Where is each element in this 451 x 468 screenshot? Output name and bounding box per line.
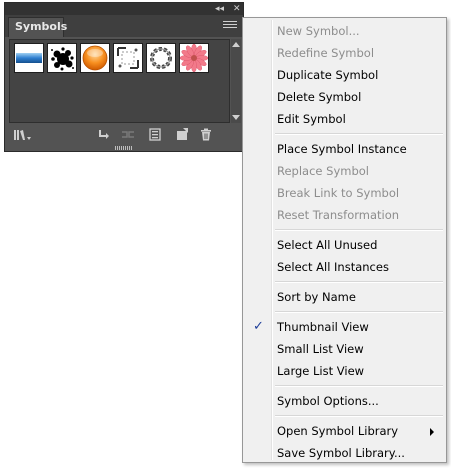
menu-item-reset-transformation[interactable]: Reset Transformation: [245, 204, 444, 226]
symbol-black-splatter[interactable]: [47, 43, 77, 73]
symbols-panel: ◂◂ ✕ Symbols: [4, 2, 244, 152]
menu-separator: [275, 385, 443, 387]
menu-separator: [275, 281, 443, 283]
menu-item-small-list-view[interactable]: Small List View: [245, 338, 444, 360]
symbol-chain-ring[interactable]: [146, 43, 176, 73]
symbol-blue-banner[interactable]: [14, 43, 44, 73]
scroll-up-icon[interactable]: [232, 42, 240, 47]
menu-item-thumbnail-view[interactable]: ✓ Thumbnail View: [245, 316, 444, 338]
symbol-options-icon[interactable]: [148, 128, 162, 141]
menu-item-save-symbol-library[interactable]: Save Symbol Library...: [245, 442, 444, 464]
menu-separator: [275, 229, 443, 231]
symbol-orange-button[interactable]: [80, 43, 110, 73]
place-instance-icon[interactable]: [97, 128, 111, 141]
menu-item-select-all-unused[interactable]: Select All Unused: [245, 234, 444, 256]
menu-item-redefine-symbol[interactable]: Redefine Symbol: [245, 42, 444, 64]
panel-toolbar: [5, 125, 243, 145]
menu-separator: [275, 311, 443, 313]
panel-title-bar[interactable]: ◂◂ ✕: [5, 3, 243, 15]
menu-item-open-symbol-library[interactable]: Open Symbol Library: [245, 420, 444, 442]
menu-separator: [275, 415, 443, 417]
delete-icon[interactable]: [199, 128, 213, 141]
menu-separator: [275, 133, 443, 135]
new-symbol-icon[interactable]: [175, 128, 189, 141]
panel-flyout-menu: New Symbol... Redefine Symbol Duplicate …: [242, 17, 447, 463]
collapse-icon[interactable]: ◂◂: [215, 3, 224, 15]
menu-item-break-link[interactable]: Break Link to Symbol: [245, 182, 444, 204]
symbol-corner-frame[interactable]: [113, 43, 143, 73]
panel-menu-icon[interactable]: [223, 21, 237, 31]
menu-item-duplicate-symbol[interactable]: Duplicate Symbol: [245, 64, 444, 86]
menu-item-replace-symbol[interactable]: Replace Symbol: [245, 160, 444, 182]
menu-item-sort-by-name[interactable]: Sort by Name: [245, 286, 444, 308]
tab-row: Symbols: [5, 15, 243, 37]
menu-item-symbol-options[interactable]: Symbol Options...: [245, 390, 444, 412]
submenu-arrow-icon: [430, 428, 434, 436]
break-link-icon[interactable]: [121, 128, 135, 141]
menu-item-select-all-instances[interactable]: Select All Instances: [245, 256, 444, 278]
vertical-scrollbar[interactable]: [231, 39, 241, 123]
menu-item-large-list-view[interactable]: Large List View: [245, 360, 444, 382]
resize-grip[interactable]: [115, 146, 133, 150]
checkmark-icon: ✓: [253, 319, 264, 334]
symbol-pink-flower[interactable]: [179, 43, 209, 73]
menu-item-place-symbol-instance[interactable]: Place Symbol Instance: [245, 138, 444, 160]
scroll-down-icon[interactable]: [232, 115, 240, 120]
menu-item-edit-symbol[interactable]: Edit Symbol: [245, 108, 444, 130]
symbols-grid: [9, 39, 230, 123]
symbol-libraries-icon[interactable]: [13, 128, 33, 141]
menu-item-new-symbol[interactable]: New Symbol...: [245, 20, 444, 42]
tab-symbols[interactable]: Symbols: [8, 17, 67, 37]
close-icon[interactable]: ✕: [233, 3, 241, 15]
menu-item-delete-symbol[interactable]: Delete Symbol: [245, 86, 444, 108]
